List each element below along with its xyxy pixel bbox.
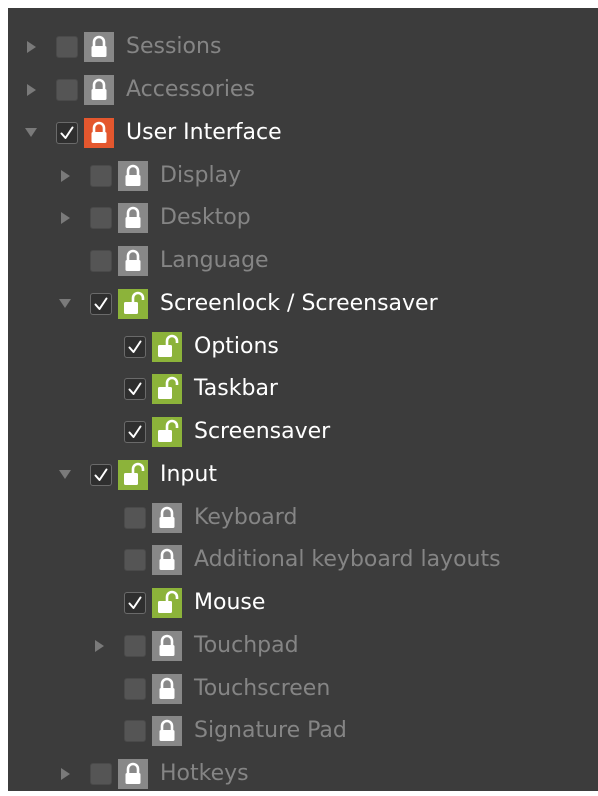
checkbox-unchecked[interactable] — [124, 720, 146, 743]
tree-item-label: Touchpad — [194, 632, 299, 658]
lock-icon[interactable] — [84, 32, 114, 63]
checkbox-unchecked[interactable] — [90, 250, 112, 273]
checkbox-checked[interactable] — [56, 121, 78, 144]
tree-item-label: Sessions — [126, 34, 222, 60]
unlock-icon[interactable] — [152, 417, 182, 448]
expand-arrow-icon[interactable] — [22, 81, 40, 99]
unlock-icon[interactable] — [152, 588, 182, 619]
checkbox-checked[interactable] — [124, 592, 146, 615]
expand-arrow-icon[interactable] — [22, 38, 40, 56]
lock-icon[interactable] — [84, 117, 114, 148]
checkbox-checked[interactable] — [124, 335, 146, 358]
lock-icon[interactable] — [152, 673, 182, 704]
tree-item-label: Language — [160, 248, 269, 274]
expand-arrow-icon[interactable] — [90, 637, 108, 655]
checkbox-unchecked[interactable] — [90, 207, 112, 230]
tree-item-desktop[interactable]: Desktop — [8, 197, 598, 240]
tree-item-taskbar[interactable]: Taskbar — [8, 368, 598, 411]
lock-icon[interactable] — [118, 759, 148, 790]
checkbox-checked[interactable] — [90, 292, 112, 315]
settings-tree: Sessions Accessories User Interface Display… — [8, 26, 598, 796]
tree-item-input[interactable]: Input — [8, 454, 598, 497]
tree-item-label: Screenlock / Screensaver — [160, 290, 438, 316]
tree-item-signature-pad[interactable]: Signature Pad — [8, 710, 598, 753]
checkbox-unchecked[interactable] — [56, 79, 78, 102]
checkbox-unchecked[interactable] — [124, 506, 146, 529]
tree-item-additional-keyboard-layouts[interactable]: Additional keyboard layouts — [8, 539, 598, 582]
unlock-icon[interactable] — [118, 288, 148, 319]
collapse-arrow-icon[interactable] — [56, 466, 74, 484]
checkbox-unchecked[interactable] — [124, 677, 146, 700]
tree-item-label: Taskbar — [194, 376, 278, 402]
tree-item-label: Additional keyboard layouts — [194, 547, 501, 573]
tree-item-options[interactable]: Options — [8, 325, 598, 368]
tree-item-user-interface[interactable]: User Interface — [8, 112, 598, 155]
checkbox-checked[interactable] — [124, 421, 146, 444]
tree-item-display[interactable]: Display — [8, 154, 598, 197]
unlock-icon[interactable] — [118, 459, 148, 490]
lock-icon[interactable] — [118, 160, 148, 191]
checkbox-checked[interactable] — [90, 463, 112, 486]
expand-arrow-icon[interactable] — [56, 765, 74, 783]
tree-item-label: Input — [160, 461, 217, 487]
tree-item-touchpad[interactable]: Touchpad — [8, 625, 598, 668]
lock-icon[interactable] — [118, 246, 148, 277]
checkbox-unchecked[interactable] — [90, 763, 112, 786]
tree-item-label: Hotkeys — [160, 761, 249, 787]
tree-item-hotkeys[interactable]: Hotkeys — [8, 753, 598, 796]
lock-icon[interactable] — [118, 203, 148, 234]
unlock-icon[interactable] — [152, 331, 182, 362]
tree-item-label: Desktop — [160, 205, 251, 231]
settings-tree-panel: Sessions Accessories User Interface Display… — [8, 8, 598, 791]
tree-item-label: User Interface — [126, 119, 282, 145]
collapse-arrow-icon[interactable] — [56, 295, 74, 313]
tree-item-label: Keyboard — [194, 504, 298, 530]
tree-item-mouse[interactable]: Mouse — [8, 582, 598, 625]
tree-item-label: Mouse — [194, 590, 266, 616]
tree-item-screensaver[interactable]: Screensaver — [8, 411, 598, 454]
checkbox-unchecked[interactable] — [56, 36, 78, 59]
unlock-icon[interactable] — [152, 374, 182, 405]
tree-item-keyboard[interactable]: Keyboard — [8, 496, 598, 539]
expand-arrow-icon[interactable] — [56, 167, 74, 185]
lock-icon[interactable] — [152, 502, 182, 533]
tree-item-label: Options — [194, 333, 279, 359]
tree-item-label: Accessories — [126, 77, 255, 103]
tree-item-label: Touchscreen — [194, 675, 331, 701]
tree-item-accessories[interactable]: Accessories — [8, 69, 598, 112]
collapse-arrow-icon[interactable] — [22, 124, 40, 142]
lock-icon[interactable] — [84, 75, 114, 106]
checkbox-unchecked[interactable] — [90, 164, 112, 187]
tree-item-language[interactable]: Language — [8, 240, 598, 283]
checkbox-unchecked[interactable] — [124, 634, 146, 657]
checkbox-checked[interactable] — [124, 378, 146, 401]
tree-item-screenlock-screensaver[interactable]: Screenlock / Screensaver — [8, 283, 598, 326]
checkbox-unchecked[interactable] — [124, 549, 146, 572]
tree-item-touchscreen[interactable]: Touchscreen — [8, 667, 598, 710]
tree-item-label: Screensaver — [194, 419, 331, 445]
tree-item-label: Display — [160, 162, 242, 188]
lock-icon[interactable] — [152, 716, 182, 747]
tree-item-sessions[interactable]: Sessions — [8, 26, 598, 69]
lock-icon[interactable] — [152, 630, 182, 661]
tree-item-label: Signature Pad — [194, 718, 347, 744]
lock-icon[interactable] — [152, 545, 182, 576]
expand-arrow-icon[interactable] — [56, 209, 74, 227]
